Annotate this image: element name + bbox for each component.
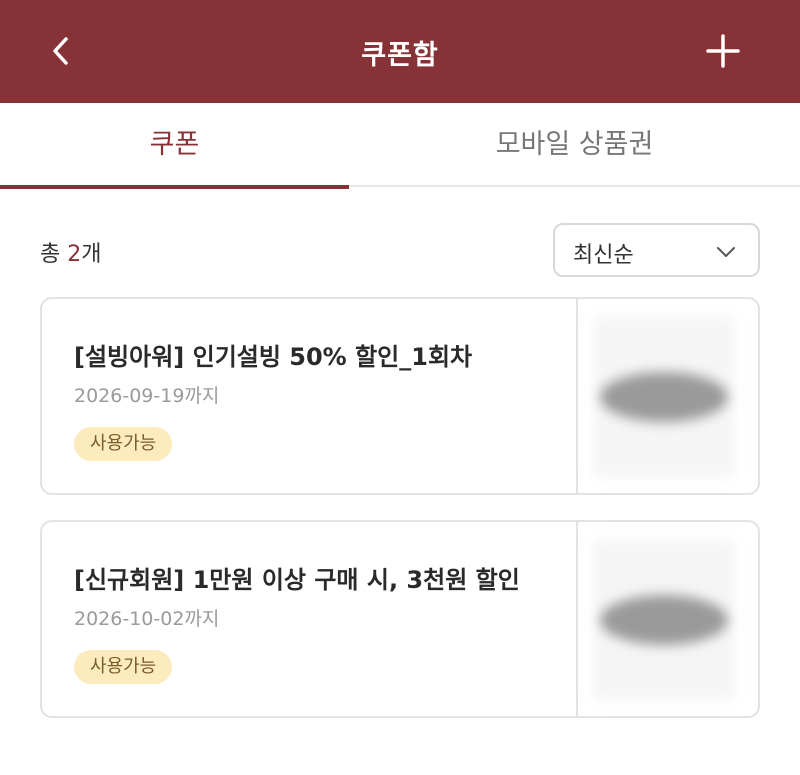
- coupon-status-badge: 사용가능: [74, 650, 173, 684]
- page-title: 쿠폰함: [361, 40, 439, 71]
- sort-selected-value: 최신순: [573, 243, 634, 268]
- coupon-barcode-image: [594, 540, 734, 700]
- tab-bar: 쿠폰 모바일 상품권: [0, 103, 800, 189]
- chevron-down-icon: [717, 247, 735, 257]
- tab-coupon[interactable]: 쿠폰: [0, 103, 349, 189]
- tab-mobile-gift-card-label: 모바일 상품권: [495, 129, 654, 160]
- tab-mobile-gift-card[interactable]: 모바일 상품권: [400, 103, 749, 187]
- sort-dropdown[interactable]: 최신순: [553, 223, 760, 277]
- coupon-title: [설빙아워] 인기설빙 50% 할인_1회차: [74, 343, 473, 371]
- coupon-card[interactable]: [신규회원] 1만원 이상 구매 시, 3천원 할인 2026-10-02까지 …: [40, 520, 760, 718]
- coupon-card[interactable]: [설빙아워] 인기설빙 50% 할인_1회차 2026-09-19까지 사용가능: [40, 297, 760, 495]
- add-coupon-button[interactable]: [700, 28, 746, 74]
- coupon-count-number: 2: [67, 242, 82, 267]
- coupon-count-prefix: 총: [40, 242, 68, 267]
- coupon-status-badge: 사용가능: [74, 427, 173, 461]
- coupon-barcode-image: [594, 317, 734, 477]
- coupon-count: 총 2개: [40, 236, 101, 268]
- coupon-count-suffix: 개: [81, 242, 102, 267]
- tab-coupon-label: 쿠폰: [149, 129, 200, 160]
- coupon-divider: [576, 522, 578, 716]
- coupon-expiry: 2026-09-19까지: [74, 385, 220, 407]
- active-tab-indicator: [0, 185, 349, 189]
- coupon-expiry: 2026-10-02까지: [74, 608, 220, 630]
- app-header: 쿠폰함: [0, 0, 800, 103]
- coupon-title: [신규회원] 1만원 이상 구매 시, 3천원 할인: [74, 566, 520, 594]
- plus-icon: [706, 34, 740, 68]
- coupon-divider: [576, 299, 578, 493]
